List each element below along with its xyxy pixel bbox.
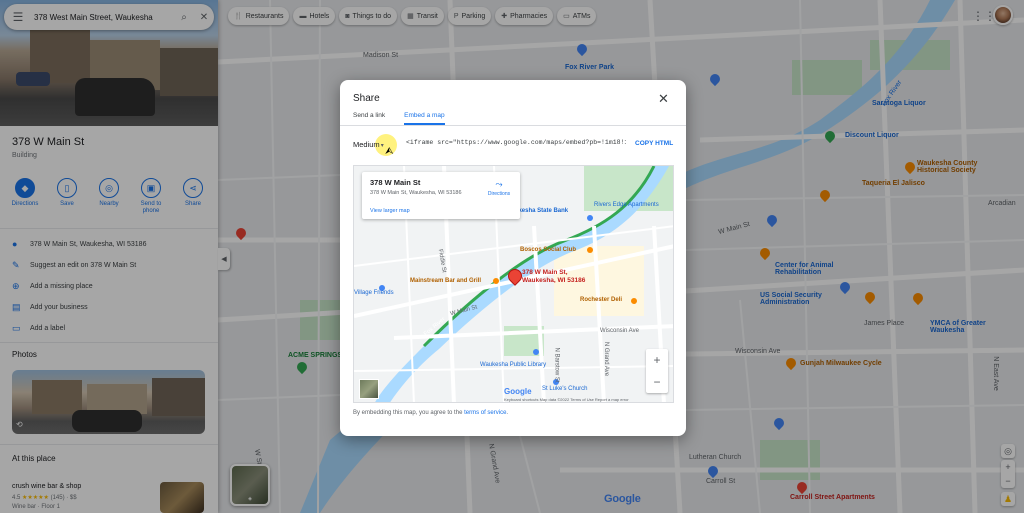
close-icon[interactable]: ✕: [658, 91, 669, 107]
embed-map-preview[interactable]: 378 W Main St 378 W Main St, Waukesha, W…: [353, 165, 674, 403]
map-label: Wisconsin Ave: [600, 328, 639, 334]
map-label: Rochester Deli: [580, 297, 623, 303]
tab-send-link[interactable]: Send a link: [353, 110, 385, 125]
mouse-cursor-icon: ⮙: [385, 146, 394, 157]
map-label: Mainstream Bar and Grill: [410, 278, 482, 284]
tabs-divider: [340, 125, 686, 126]
tab-embed-map[interactable]: Embed a map: [404, 110, 445, 125]
preview-google-logo: Google: [504, 387, 532, 396]
pin-label-line: 378 W Main St,: [522, 269, 568, 276]
map-label: Waukesha Public Library: [480, 362, 547, 368]
size-dropdown[interactable]: Medium▾: [353, 140, 384, 149]
directions-icon: ⤳: [495, 179, 503, 189]
preview-zoom-in-button[interactable]: +: [646, 349, 668, 371]
map-label: Boscos Social Club: [520, 247, 577, 253]
terms-notice: By embedding this map, you agree to the …: [353, 410, 508, 416]
dialog-title: Share: [353, 93, 380, 104]
preview-footer: Keyboard shortcuts Map data ©2022 Terms …: [504, 397, 629, 402]
map-label: N Barstow St: [553, 347, 560, 383]
preview-place-name: 378 W Main St: [370, 178, 421, 187]
share-dialog: Share ✕ Send a link Embed a map Medium▾ …: [340, 80, 686, 436]
preview-zoom-out-button[interactable]: −: [646, 371, 668, 393]
directions-label: Directions: [487, 191, 511, 197]
map-label: St Luke's Church: [542, 386, 588, 392]
terms-of-service-link[interactable]: terms of service: [464, 410, 506, 416]
preview-info-card: 378 W Main St 378 W Main St, Waukesha, W…: [362, 172, 520, 219]
preview-zoom-controls: + −: [646, 349, 668, 393]
dialog-tabs: Send a link Embed a map: [353, 110, 673, 126]
size-value: Medium: [353, 140, 380, 149]
embed-code-field[interactable]: <iframe src="https://www.google.com/maps…: [406, 139, 626, 146]
pin-label: 378 W Main St, Waukesha, WI 53186: [522, 269, 585, 285]
chevron-down-icon: ▾: [380, 143, 384, 149]
map-label: N Grand Ave: [603, 341, 610, 377]
pin-label-line: Waukesha, WI 53186: [522, 277, 586, 284]
map-label: Village Friends: [354, 290, 394, 296]
preview-satellite-toggle[interactable]: [359, 379, 379, 399]
terms-suffix: .: [506, 410, 509, 416]
view-larger-map-link[interactable]: View larger map: [370, 208, 410, 214]
preview-address: 378 W Main St, Waukesha, WI 53186: [370, 190, 462, 196]
terms-text: By embedding this map, you agree to the: [353, 410, 463, 416]
preview-directions-button[interactable]: ⤳ Directions: [484, 179, 514, 197]
map-label: Rivers Edge Apartments: [594, 202, 659, 208]
copy-html-button[interactable]: COPY HTML: [635, 140, 673, 147]
